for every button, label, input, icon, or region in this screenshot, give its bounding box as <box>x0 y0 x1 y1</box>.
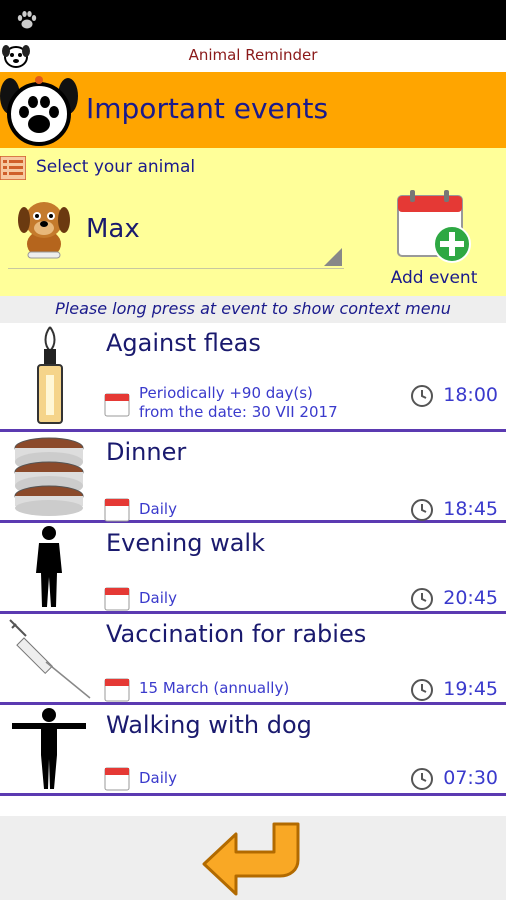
event-title: Evening walk <box>106 529 265 557</box>
event-title: Walking with dog <box>106 711 312 739</box>
flea-bottle-icon <box>37 326 63 424</box>
person-arms-out-icon <box>12 708 86 789</box>
calendar-icon <box>104 767 130 791</box>
select-animal-label: Select your animal <box>36 157 196 177</box>
back-arrow-icon[interactable] <box>200 820 306 898</box>
event-row[interactable]: Dinner Daily 18:45 <box>0 432 506 523</box>
person-walking-icon <box>36 526 62 607</box>
event-time: 18:45 <box>443 498 498 520</box>
app-title-bar: Animal Reminder <box>0 40 506 72</box>
calendar-icon <box>104 587 130 611</box>
syringe-icon <box>9 619 91 699</box>
animal-selector-panel: Select your animal Max Add event <box>0 148 506 296</box>
event-title: Vaccination for rabies <box>106 620 367 648</box>
clock-icon <box>411 679 433 701</box>
event-time: 18:00 <box>443 384 498 406</box>
event-time: 19:45 <box>443 678 498 700</box>
status-bar <box>0 0 506 40</box>
paw-notification-icon <box>17 11 37 29</box>
event-title: Dinner <box>106 438 187 466</box>
context-menu-hint: Please long press at event to show conte… <box>0 296 506 323</box>
event-time: 07:30 <box>443 767 498 789</box>
event-title: Against fleas <box>106 329 261 357</box>
animal-spinner[interactable]: Max <box>8 190 344 269</box>
event-schedule: 15 March (annually) <box>139 679 290 697</box>
event-schedule: Daily <box>139 769 177 787</box>
event-row[interactable]: Against fleas Periodically +90 day(s) fr… <box>0 323 506 432</box>
calendar-icon <box>104 498 130 522</box>
bottom-bar <box>0 816 506 900</box>
add-event-label: Add event <box>390 268 478 288</box>
event-row[interactable]: Walking with dog Daily 07:30 <box>0 705 506 796</box>
spinner-arrow-icon <box>324 248 342 266</box>
event-schedule: Daily <box>139 500 177 518</box>
calendar-icon <box>104 678 130 702</box>
selected-animal-name: Max <box>86 214 140 244</box>
list-icon <box>0 156 26 180</box>
clock-icon <box>411 768 433 790</box>
dog-paw-logo-icon <box>0 76 78 146</box>
clock-icon <box>411 588 433 610</box>
dog-avatar-icon <box>18 202 70 259</box>
app-title: Animal Reminder <box>188 46 318 64</box>
clock-icon <box>411 499 433 521</box>
food-bowls-icon <box>14 437 84 516</box>
event-schedule: Periodically +90 day(s) from the date: 3… <box>139 384 338 421</box>
add-calendar-icon <box>397 190 471 263</box>
event-time: 20:45 <box>443 587 498 609</box>
event-row[interactable]: Evening walk Daily 20:45 <box>0 523 506 614</box>
add-event-button[interactable]: Add event <box>382 184 486 292</box>
page-title: Important events <box>86 92 329 125</box>
event-list: Against fleas Periodically +90 day(s) fr… <box>0 323 506 796</box>
page-header: Important events <box>0 72 506 148</box>
event-row[interactable]: Vaccination for rabies 15 March (annuall… <box>0 614 506 705</box>
clock-icon <box>411 385 433 407</box>
calendar-icon <box>104 393 130 417</box>
event-schedule: Daily <box>139 589 177 607</box>
